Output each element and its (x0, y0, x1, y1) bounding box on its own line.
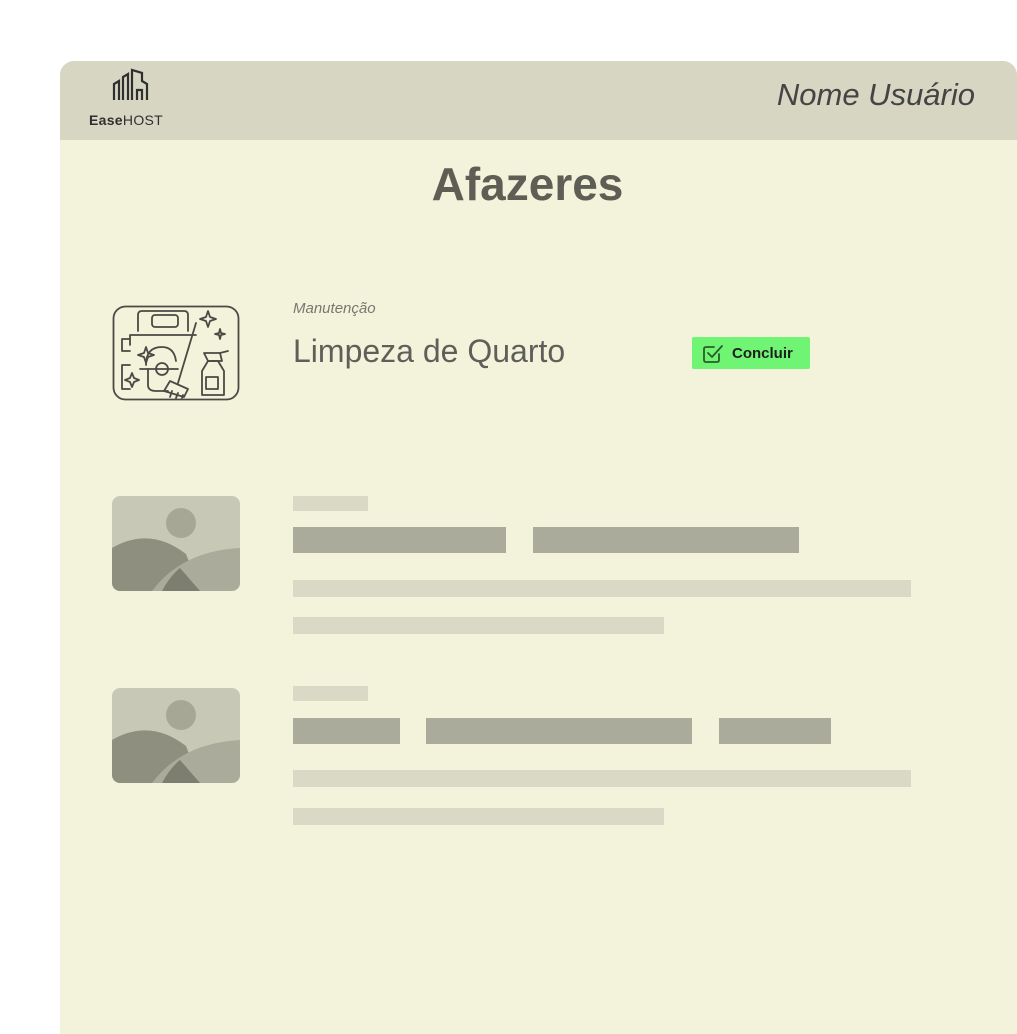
skeleton-label (293, 686, 368, 701)
image-placeholder-icon (112, 688, 240, 783)
concluir-label: Concluir (732, 344, 793, 362)
top-bar: EaseHOST Nome Usuário (60, 61, 1017, 140)
task-category: Manutenção (293, 300, 376, 317)
skeleton-line (293, 808, 664, 825)
logo-text: EaseHOST (89, 112, 163, 128)
skeleton-title (719, 718, 831, 744)
check-square-icon (703, 345, 723, 363)
task-title: Limpeza de Quarto (293, 333, 566, 369)
app-window: EaseHOST Nome Usuário Afazeres Manutençã… (60, 61, 1017, 1034)
page-title: Afazeres (431, 158, 624, 210)
skeleton-label (293, 496, 368, 511)
skeleton-title (293, 718, 400, 744)
skeleton-title (293, 527, 506, 553)
concluir-button[interactable]: Concluir (692, 337, 810, 369)
easehost-logo[interactable]: EaseHOST (88, 67, 178, 129)
skeleton-line (293, 770, 911, 787)
logo-text-bold: Ease (89, 112, 123, 128)
logo-text-regular: HOST (122, 112, 163, 128)
skeleton-title (533, 527, 799, 553)
building-icon (112, 68, 149, 100)
skeleton-title (426, 718, 692, 744)
user-name[interactable]: Nome Usuário (777, 77, 975, 113)
skeleton-line (293, 580, 911, 597)
image-placeholder-icon (112, 496, 240, 591)
skeleton-line (293, 617, 664, 634)
cleaning-icon (112, 305, 240, 401)
